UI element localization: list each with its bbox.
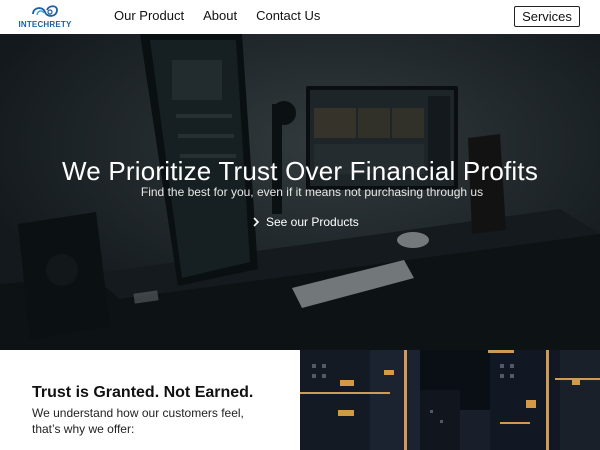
- nav-link-contact-us[interactable]: Contact Us: [256, 8, 320, 23]
- city-skyline-illustration: [300, 350, 600, 450]
- nav-link-our-product[interactable]: Our Product: [114, 8, 184, 23]
- top-navbar: INTECHRETY Our Product About Contact Us …: [0, 0, 600, 34]
- trust-section-body: We understand how our customers feel, th…: [32, 406, 244, 436]
- chevron-right-icon: [253, 217, 260, 227]
- nav-links: Our Product About Contact Us: [114, 8, 320, 23]
- hero-subtitle: Find the best for you, even if it means …: [140, 185, 484, 199]
- brand-logo[interactable]: INTECHRETY: [14, 3, 76, 31]
- nav-link-about[interactable]: About: [203, 8, 237, 23]
- hero-title: We Prioritize Trust Over Financial Profi…: [61, 156, 539, 186]
- brand-name: INTECHRETY: [18, 20, 72, 29]
- hero-banner: We Prioritize Trust Over Financial Profi…: [0, 34, 600, 350]
- trust-section-title: Trust is Granted. Not Earned.: [32, 384, 254, 401]
- city-night-image: [300, 350, 600, 450]
- services-button[interactable]: Services: [514, 6, 580, 27]
- see-products-label: See our Products: [266, 215, 359, 229]
- brand-logo-icon: [32, 5, 58, 17]
- see-products-link[interactable]: See our Products: [252, 215, 359, 229]
- trust-section: Trust is Granted. Not Earned. We underst…: [0, 350, 300, 450]
